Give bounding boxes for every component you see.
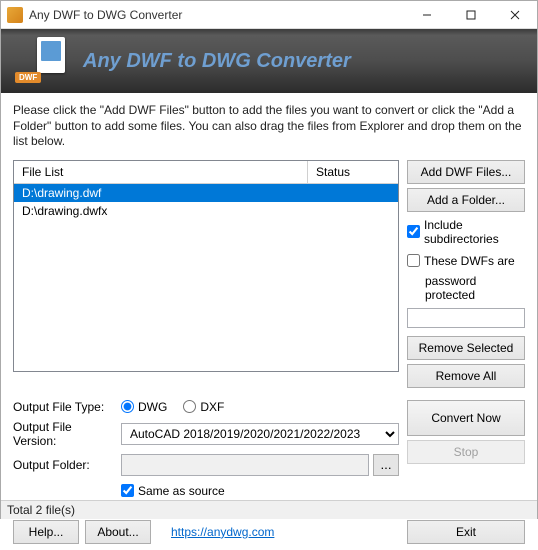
col-header-file[interactable]: File List [14,161,308,183]
col-header-status[interactable]: Status [308,161,398,183]
radio-dwg[interactable]: DWG [121,400,167,414]
password-label-line2: password protected [407,274,525,302]
radio-dxf[interactable]: DXF [183,400,224,414]
maximize-button[interactable] [449,1,493,29]
instructions-text: Please click the "Add DWF Files" button … [13,103,525,150]
same-as-source-checkbox[interactable]: Same as source [121,482,225,500]
output-folder-input[interactable] [121,454,369,476]
output-type-label: Output File Type: [13,400,113,414]
browse-folder-button[interactable]: ... [373,454,399,476]
window-title: Any DWF to DWG Converter [29,8,405,22]
password-input[interactable] [407,308,525,328]
about-button[interactable]: About... [85,520,151,544]
output-version-select[interactable]: AutoCAD 2018/2019/2020/2021/2022/2023 [121,423,399,445]
banner: DWF Any DWF to DWG Converter [1,29,537,93]
convert-now-button[interactable]: Convert Now [407,400,525,436]
file-list[interactable]: File List Status D:\drawing.dwfD:\drawin… [13,160,399,372]
file-row[interactable]: D:\drawing.dwf [14,184,398,202]
add-files-button[interactable]: Add DWF Files... [407,160,525,184]
add-folder-button[interactable]: Add a Folder... [407,188,525,212]
file-row[interactable]: D:\drawing.dwfx [14,202,398,220]
website-link[interactable]: https://anydwg.com [171,525,274,539]
close-button[interactable] [493,1,537,29]
stop-button: Stop [407,440,525,464]
remove-all-button[interactable]: Remove All [407,364,525,388]
help-button[interactable]: Help... [13,520,79,544]
include-subdirs-checkbox[interactable]: Include subdirectories [407,216,525,248]
app-icon [7,7,23,23]
file-list-header: File List Status [14,161,398,184]
titlebar: Any DWF to DWG Converter [1,1,537,29]
output-folder-label: Output Folder: [13,458,113,472]
exit-button[interactable]: Exit [407,520,525,544]
banner-heading: Any DWF to DWG Converter [83,50,351,73]
remove-selected-button[interactable]: Remove Selected [407,336,525,360]
password-protected-checkbox[interactable]: These DWFs are [407,252,525,270]
status-bar: Total 2 file(s) [1,500,537,519]
output-version-label: Output File Version: [13,420,113,448]
minimize-button[interactable] [405,1,449,29]
logo-icon: DWF [15,35,67,87]
